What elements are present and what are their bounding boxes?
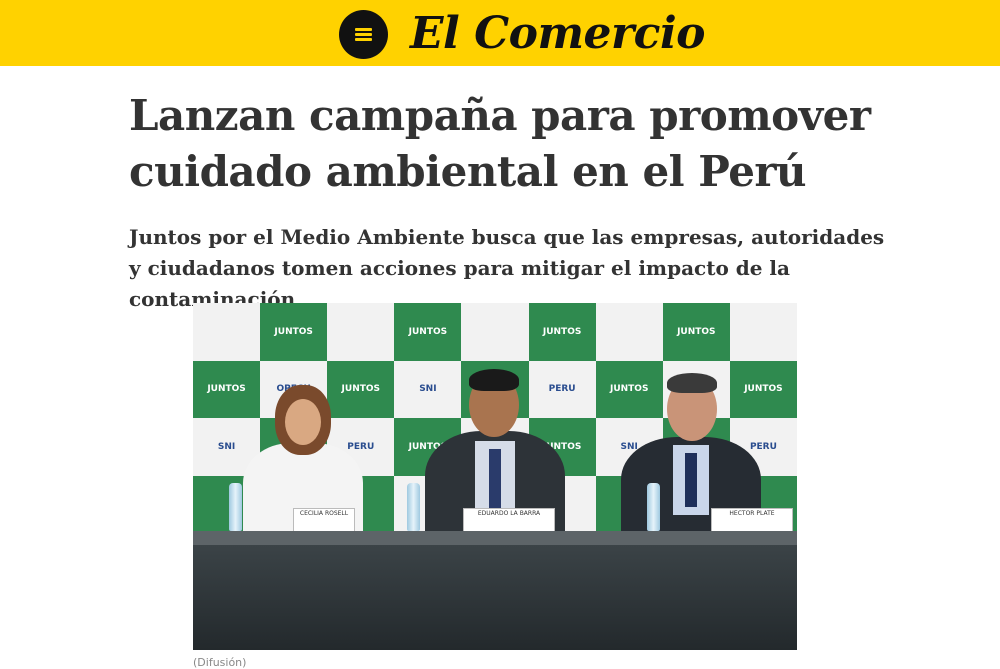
backdrop-tile: JUNTOS bbox=[327, 360, 395, 418]
nameplate: EDUARDO LA BARRA bbox=[463, 508, 555, 532]
backdrop-tile: JUNTOS bbox=[260, 303, 328, 361]
backdrop-tile: JUNTOS bbox=[595, 360, 663, 418]
article-headline: Lanzan campaña para promover cuidado amb… bbox=[129, 91, 871, 196]
water-bottle bbox=[229, 483, 242, 531]
menu-button[interactable] bbox=[339, 10, 388, 59]
backdrop-tile: SNI bbox=[394, 360, 462, 418]
backdrop-tile bbox=[461, 303, 529, 361]
table-top bbox=[193, 531, 797, 545]
nameplate: CECILIA ROSELL bbox=[293, 508, 355, 532]
backdrop-tile bbox=[729, 303, 797, 361]
nameplate: HECTOR PLATE bbox=[711, 508, 793, 532]
photo-caption: (Difusión) bbox=[193, 656, 247, 669]
hamburger-menu-icon bbox=[355, 28, 372, 31]
backdrop-tile: JUNTOS bbox=[528, 303, 596, 361]
backdrop-tile: JUNTOS bbox=[662, 303, 730, 361]
table-cloth bbox=[193, 545, 797, 650]
backdrop-tile: JUNTOS bbox=[729, 360, 797, 418]
water-bottle bbox=[647, 483, 660, 531]
backdrop-tile: PERU bbox=[528, 360, 596, 418]
water-bottle bbox=[407, 483, 420, 531]
backdrop-tile bbox=[327, 303, 395, 361]
site-header: El Comercio bbox=[0, 0, 1000, 66]
backdrop-tile bbox=[193, 303, 261, 361]
backdrop-tile: JUNTOS bbox=[193, 360, 261, 418]
article-photo[interactable]: JUNTOS JUNTOS JUNTOS JUNTOS JUNTOS OPECU… bbox=[193, 303, 797, 650]
article-subheadline: Juntos por el Medio Ambiente busca que l… bbox=[129, 225, 885, 311]
site-logo[interactable]: El Comercio bbox=[410, 6, 706, 62]
backdrop-tile: JUNTOS bbox=[394, 303, 462, 361]
backdrop-tile bbox=[595, 303, 663, 361]
